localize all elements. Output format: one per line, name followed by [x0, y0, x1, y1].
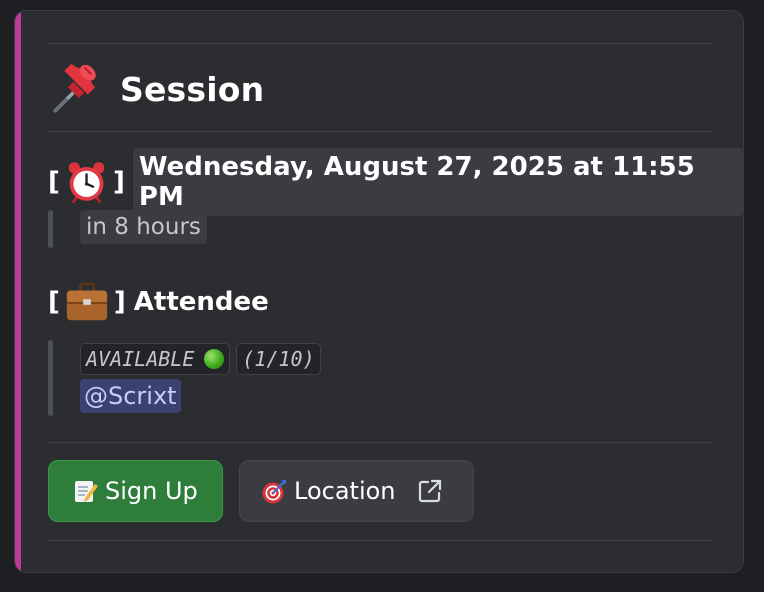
- relative-time-quote-bar: [48, 210, 53, 248]
- attendee-quote-bar: [48, 340, 53, 416]
- attendee-count: (1/10): [236, 343, 321, 375]
- relative-time[interactable]: in 8 hours: [80, 210, 207, 244]
- user-mention[interactable]: @Scrixt: [80, 379, 181, 413]
- bracket-open: [: [48, 287, 60, 317]
- availability-code: AVAILABLE: [80, 343, 231, 375]
- attendee-label: Attendee: [133, 287, 269, 317]
- embed-title: Session: [48, 61, 264, 117]
- sign-up-label: Sign Up: [105, 477, 198, 505]
- attendee-status-line: AVAILABLE (1/10): [80, 343, 321, 375]
- event-embed-card: Session [ ] Wednesday, August 27, 2025 a…: [14, 10, 744, 573]
- title-divider: [48, 131, 712, 132]
- briefcase-icon: [66, 282, 108, 321]
- embed-title-text: Session: [120, 69, 265, 109]
- location-label: Location: [294, 477, 396, 505]
- external-link-icon: [418, 479, 441, 503]
- buttons-divider: [48, 442, 712, 443]
- alarm-clock-icon: [68, 162, 105, 204]
- pushpin-icon: [53, 63, 96, 113]
- dart-target-icon: [262, 480, 286, 504]
- bracket-close: ]: [113, 287, 126, 317]
- datetime-row: [ ] Wednesday, August 27, 2025 at 11:55 …: [48, 148, 743, 216]
- event-datetime[interactable]: Wednesday, August 27, 2025 at 11:55 PM: [132, 148, 743, 216]
- sign-up-button[interactable]: Sign Up: [48, 460, 223, 522]
- bracket-open: [: [48, 167, 60, 197]
- attendee-row: [ ] Attendee: [48, 279, 269, 325]
- location-button[interactable]: Location: [239, 460, 474, 522]
- green-circle-icon: [204, 349, 225, 369]
- top-divider: [48, 43, 712, 44]
- bracket-close: ]: [113, 167, 125, 197]
- memo-icon: [75, 481, 98, 502]
- bottom-divider: [48, 540, 712, 541]
- embed-accent-bar: [15, 11, 21, 572]
- availability-text: AVAILABLE: [86, 347, 195, 371]
